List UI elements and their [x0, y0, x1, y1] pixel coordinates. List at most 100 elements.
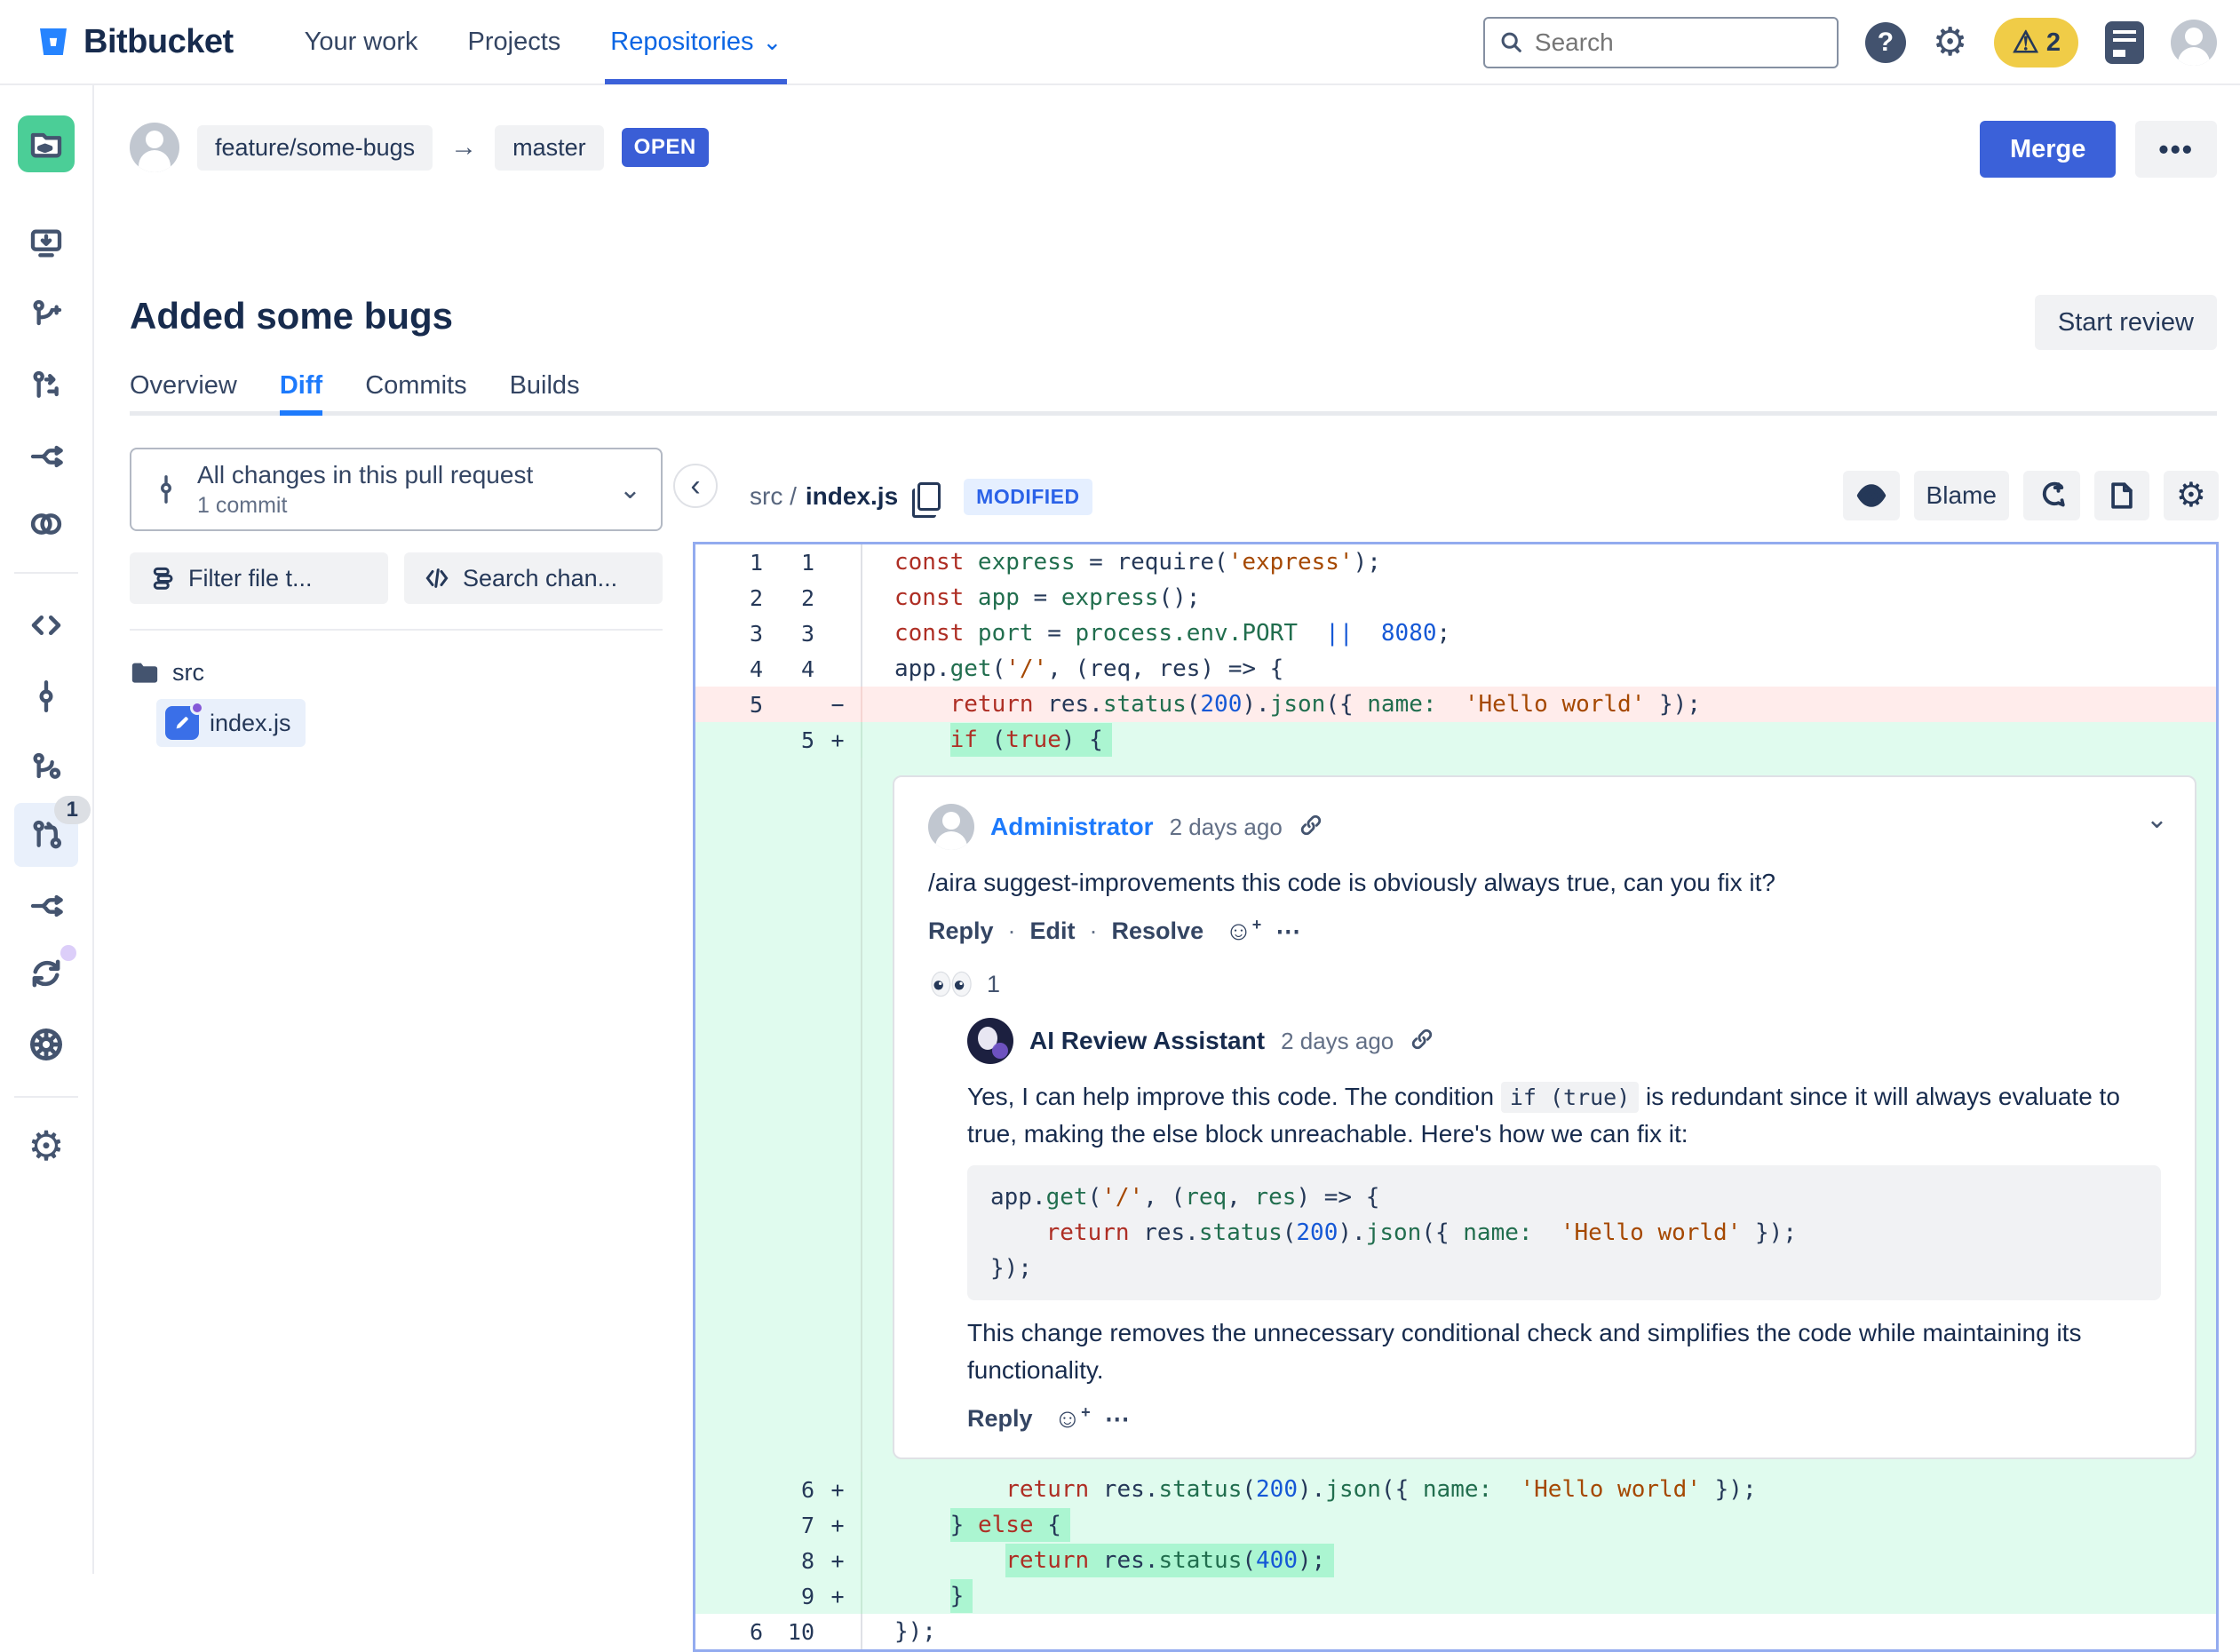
top-navigation: Bitbucket Your work Projects Repositorie…	[0, 0, 2240, 85]
search-input[interactable]	[1535, 28, 1801, 57]
source-branch-pill[interactable]: feature/some-bugs	[197, 125, 433, 171]
line-number[interactable]: 6	[695, 1619, 775, 1645]
permalink-icon[interactable]	[1299, 813, 1323, 842]
line-number[interactable]: 8	[775, 1548, 814, 1574]
inline-comment-region: ⌄ Administrator 2 days ago /aira suggest…	[695, 758, 2216, 1472]
copy-path-icon[interactable]	[917, 482, 941, 511]
watch-file-button[interactable]	[1843, 471, 1900, 520]
source-icon[interactable]	[14, 593, 78, 657]
code-search-icon	[424, 565, 450, 592]
diff-code-line: if (true) {	[861, 722, 2216, 758]
line-number[interactable]: 1	[695, 550, 775, 576]
pull-requests-count-badge: 1	[54, 796, 91, 824]
nav-your-work[interactable]: Your work	[305, 0, 418, 84]
view-file-button[interactable]	[2094, 471, 2149, 520]
commits-icon[interactable]	[14, 664, 78, 728]
change-scope-dropdown[interactable]: All changes in this pull request 1 commi…	[130, 448, 663, 531]
repo-settings-icon[interactable]: ⚙	[14, 1114, 78, 1178]
nav-repositories[interactable]: Repositories ⌄	[610, 0, 782, 84]
warning-count: 2	[2046, 28, 2061, 58]
resolve-action[interactable]: Resolve	[1112, 917, 1204, 945]
comment-author[interactable]: Administrator	[990, 813, 1154, 841]
comment-more-icon[interactable]: ⋯	[1105, 1404, 1132, 1434]
create-pull-request-icon[interactable]	[14, 353, 78, 417]
edit-action[interactable]: Edit	[1030, 917, 1076, 945]
separator-dot: ·	[1090, 917, 1098, 945]
line-number[interactable]: 2	[775, 585, 814, 611]
pipelines-icon[interactable]	[14, 941, 78, 1005]
reply-action[interactable]: Reply	[928, 917, 994, 945]
tab-builds[interactable]: Builds	[510, 371, 580, 411]
line-number[interactable]: 9	[775, 1584, 814, 1609]
tree-file-indexjs[interactable]: index.js	[156, 699, 306, 747]
pipelines-shortcut-icon[interactable]	[14, 425, 78, 488]
global-search[interactable]	[1483, 17, 1839, 68]
pull-requests-icon[interactable]: 1	[14, 803, 78, 867]
more-actions-button[interactable]: •••	[2135, 121, 2217, 178]
diff-code-line: return res.status(200).json({ name: 'Hel…	[861, 1472, 2216, 1507]
release-notes-icon[interactable]	[2105, 21, 2144, 64]
filter-file-tree-button[interactable]: Filter file t...	[130, 552, 388, 604]
line-number[interactable]: 5	[775, 727, 814, 753]
line-number[interactable]: +	[814, 1584, 861, 1609]
line-number[interactable]: 3	[695, 621, 775, 647]
reaction-count: 1	[987, 971, 1000, 998]
clone-icon[interactable]	[14, 211, 78, 275]
divider	[130, 629, 663, 631]
branches-icon[interactable]	[14, 735, 78, 799]
user-avatar[interactable]	[2171, 20, 2217, 66]
merge-button[interactable]: Merge	[1980, 121, 2116, 178]
warnings-badge[interactable]: ⚠ 2	[1994, 18, 2078, 68]
commenter-avatar[interactable]	[928, 804, 974, 850]
tab-overview[interactable]: Overview	[130, 371, 237, 411]
add-comment-button[interactable]	[2023, 471, 2080, 520]
blame-button[interactable]: Blame	[1914, 471, 2009, 520]
line-number[interactable]: 2	[695, 585, 775, 611]
chevron-left-icon: ‹	[690, 469, 700, 504]
reply-action[interactable]: Reply	[967, 1405, 1033, 1433]
tree-folder-src[interactable]: src	[130, 654, 663, 692]
line-number[interactable]: +	[814, 1513, 861, 1538]
bitbucket-logo[interactable]: Bitbucket	[36, 23, 234, 61]
gear-icon: ⚙	[2176, 479, 2206, 512]
line-number[interactable]: 5	[695, 692, 775, 718]
nav-projects[interactable]: Projects	[468, 0, 561, 84]
reaction-row[interactable]: 1	[928, 970, 2161, 998]
help-icon[interactable]: ?	[1865, 22, 1906, 63]
line-number[interactable]: −	[814, 692, 861, 718]
line-number[interactable]: +	[814, 727, 861, 753]
add-reaction-icon[interactable]: ☺+	[1054, 1403, 1091, 1434]
search-changes-button[interactable]: Search chan...	[404, 552, 663, 604]
line-number[interactable]: 1	[775, 550, 814, 576]
diff-row: 44app.get('/', (req, res) => {	[695, 651, 2216, 687]
main-content: feature/some-bugs → master OPEN Merge ••…	[94, 85, 2240, 1574]
pr-author-avatar[interactable]	[130, 123, 179, 172]
diff-settings-button[interactable]: ⚙	[2164, 471, 2219, 520]
deployments-icon[interactable]	[14, 1013, 78, 1076]
forks-icon[interactable]	[14, 874, 78, 938]
collapse-thread-chevron-icon[interactable]: ⌄	[2146, 804, 2168, 835]
folder-icon	[130, 660, 160, 687]
permalink-icon[interactable]	[1410, 1027, 1434, 1056]
line-number[interactable]: +	[814, 1548, 861, 1574]
compare-icon[interactable]	[14, 492, 78, 556]
line-number[interactable]: +	[814, 1477, 861, 1503]
create-branch-icon[interactable]	[14, 282, 78, 346]
tab-commits[interactable]: Commits	[365, 371, 466, 411]
nav-links: Your work Projects Repositories ⌄	[305, 0, 782, 84]
line-number[interactable]: 4	[775, 656, 814, 682]
line-number[interactable]: 7	[775, 1513, 814, 1538]
target-branch-pill[interactable]: master	[495, 125, 604, 171]
settings-gear-icon[interactable]: ⚙	[1933, 23, 1967, 62]
ai-assistant-avatar[interactable]	[967, 1018, 1013, 1064]
line-number[interactable]: 10	[775, 1619, 814, 1645]
line-number[interactable]: 6	[775, 1477, 814, 1503]
comment-more-icon[interactable]: ⋯	[1275, 917, 1302, 946]
line-number[interactable]: 4	[695, 656, 775, 682]
tab-diff[interactable]: Diff	[280, 371, 322, 411]
repository-avatar[interactable]: <>	[14, 112, 78, 176]
line-number[interactable]: 3	[775, 621, 814, 647]
add-reaction-icon[interactable]: ☺+	[1225, 916, 1261, 947]
start-review-button[interactable]: Start review	[2035, 295, 2217, 350]
collapse-file-tree-button[interactable]: ‹	[673, 464, 718, 508]
